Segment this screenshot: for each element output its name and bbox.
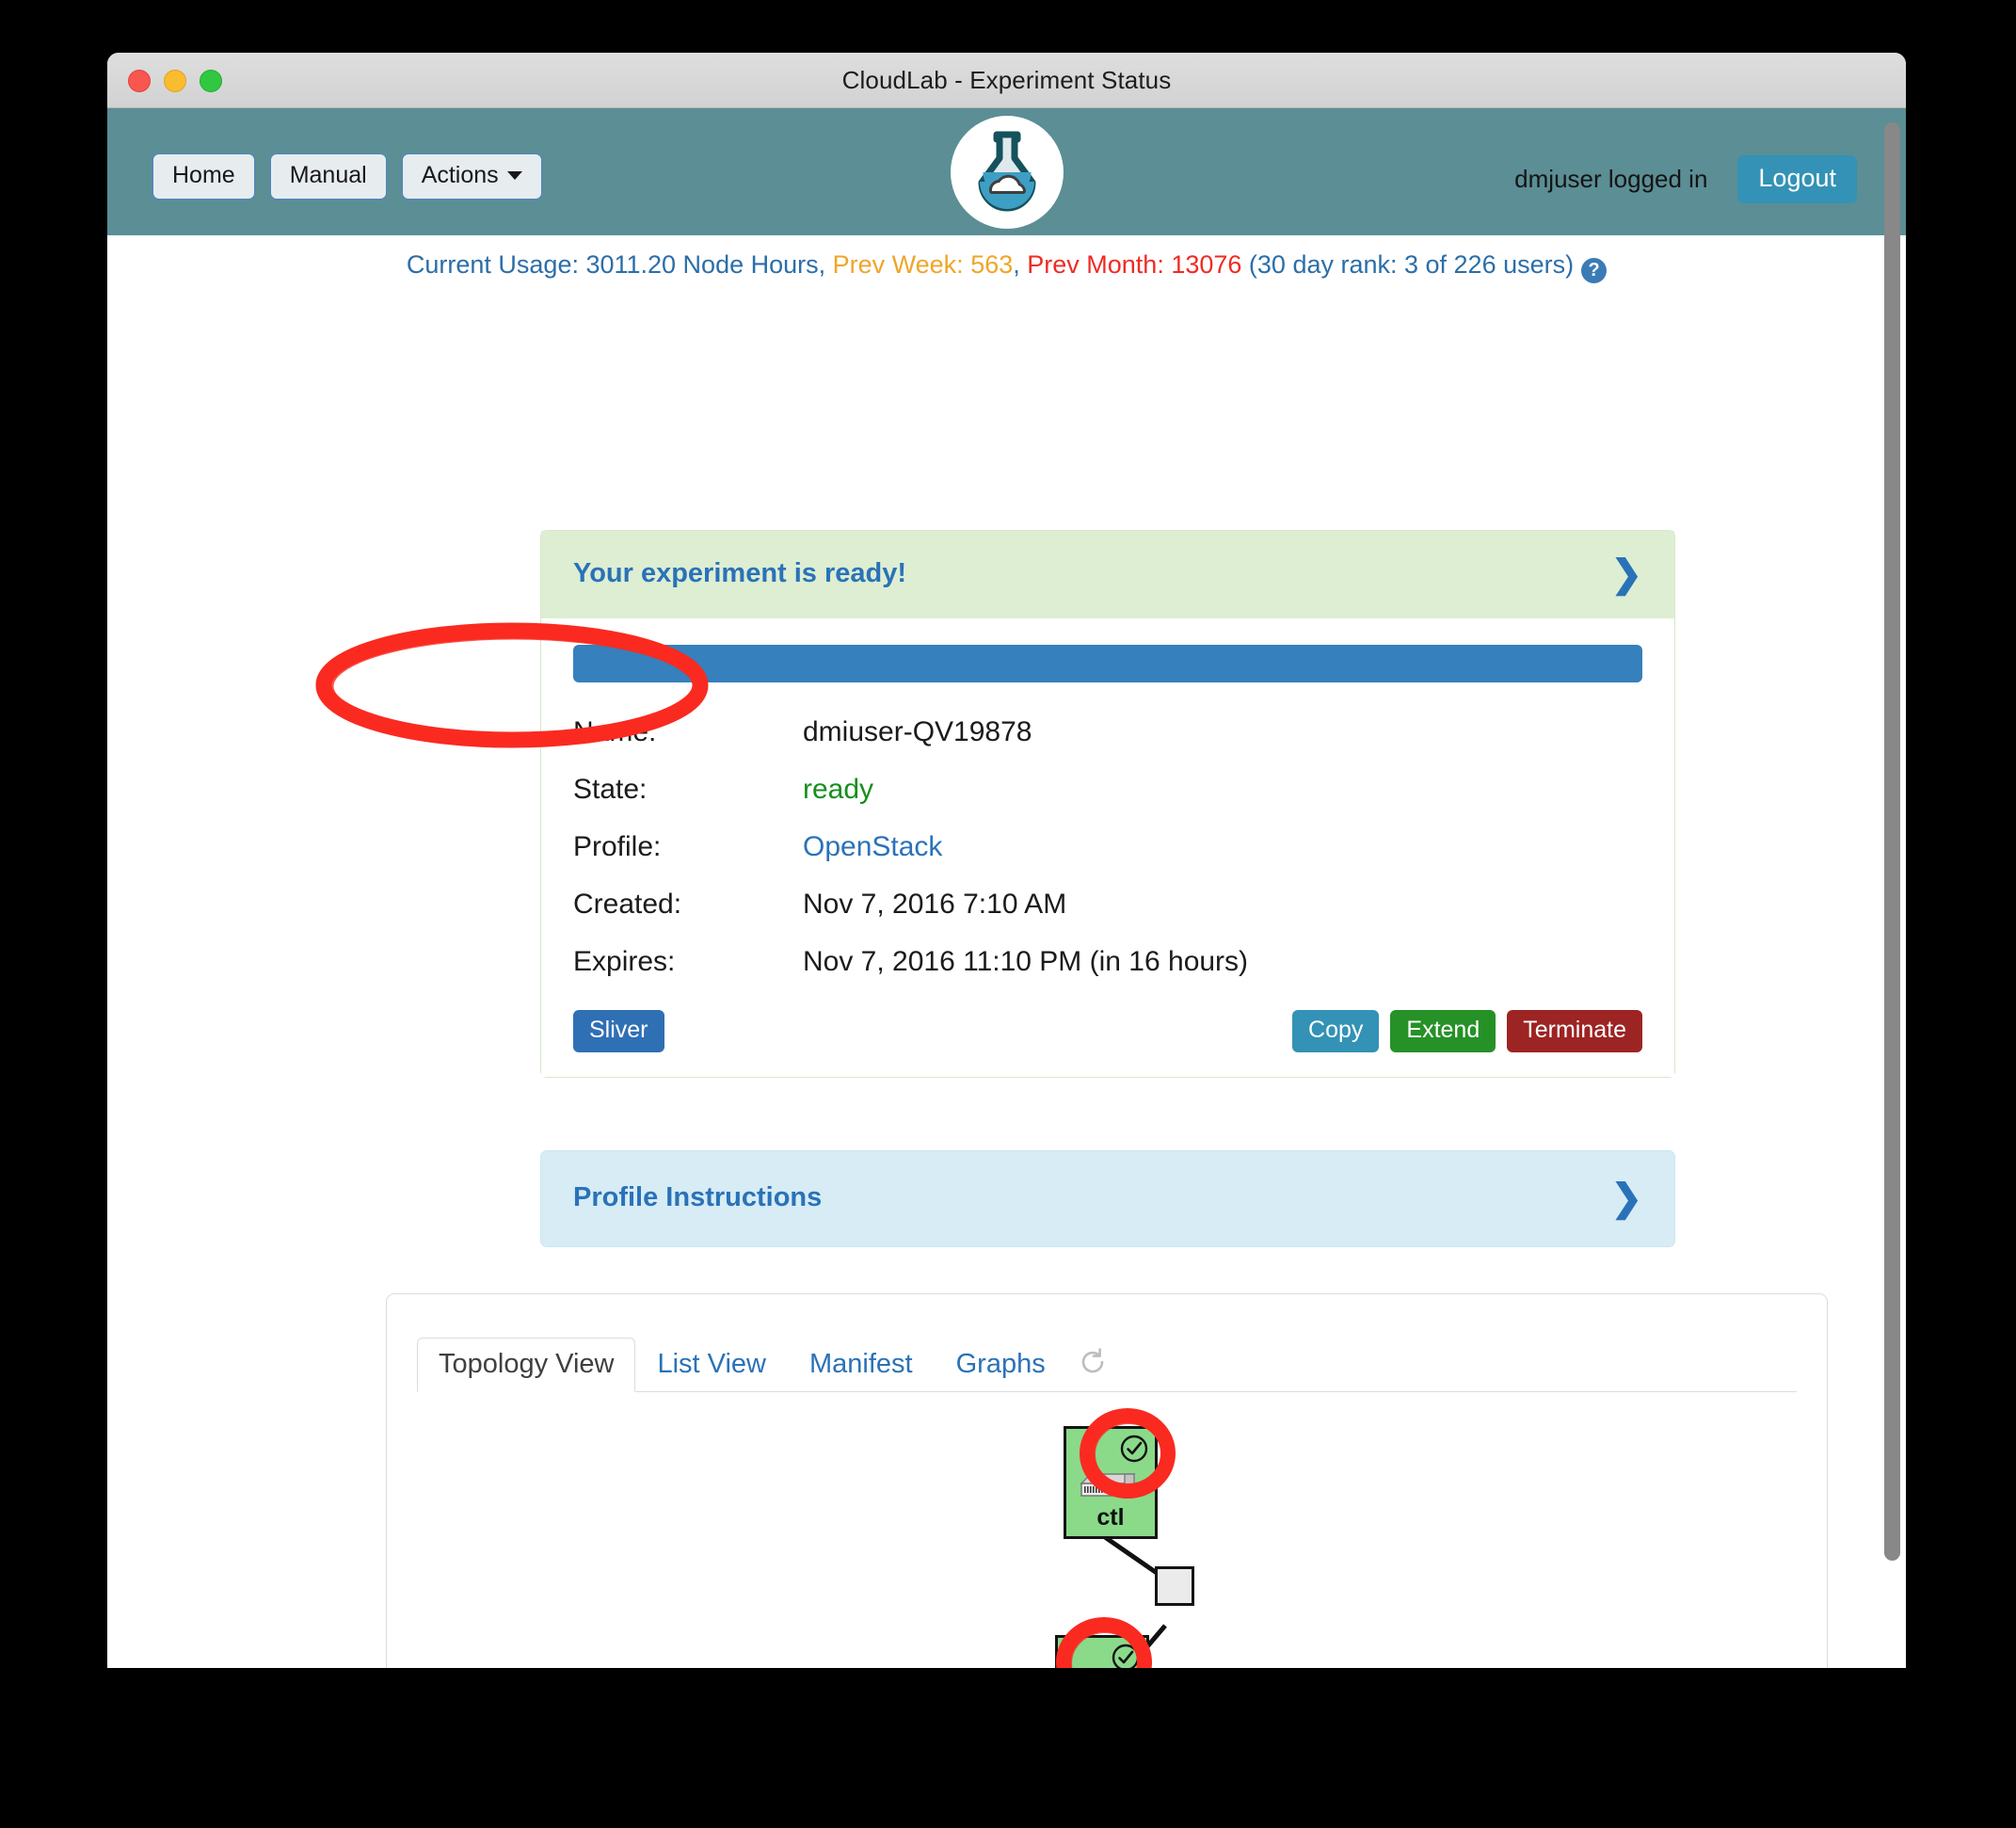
refresh-icon[interactable]: [1077, 1346, 1109, 1378]
detail-label-profile: Profile:: [573, 831, 662, 862]
detail-row-created: Created: Nov 7, 2016 7:10 AM: [573, 889, 1642, 921]
server-icon: [1078, 1470, 1138, 1507]
window-titlebar: CloudLab - Experiment Status: [107, 53, 1906, 108]
node-ready-check-icon: [1111, 1643, 1141, 1668]
experiment-status-panel: Your experiment is ready! ❯ Name: dmiuse…: [540, 530, 1675, 1078]
topology-node-ctl-label: ctl: [1096, 1504, 1125, 1531]
nav-button-actions-label: Actions: [421, 162, 499, 188]
chevron-right-icon[interactable]: ❯: [1610, 555, 1642, 593]
detail-row-state: State: ready: [573, 774, 1642, 806]
screenshot-root: CloudLab - Experiment Status Home Manual…: [0, 0, 2016, 1828]
refresh-icon-svg: [1081, 1348, 1104, 1373]
user-status-label: dmjuser logged in: [1514, 165, 1708, 193]
check-circle-icon-svg: [1120, 1435, 1148, 1463]
chevron-right-icon[interactable]: ❯: [1610, 1179, 1642, 1217]
usage-current-label: Current Usage: 3011.20 Node Hours,: [406, 250, 833, 279]
topology-node-cp-1[interactable]: cp-1: [1055, 1635, 1149, 1668]
detail-value-created: Nov 7, 2016 7:10 AM: [803, 889, 1067, 920]
close-button[interactable]: [128, 70, 151, 92]
cloudlab-flask-logo[interactable]: [949, 114, 1065, 235]
detail-label-created: Created:: [573, 889, 682, 920]
extend-button[interactable]: Extend: [1390, 1010, 1496, 1052]
nav-button-home-label: Home: [172, 162, 235, 188]
tab-topology-view[interactable]: Topology View: [417, 1338, 636, 1392]
app-header: Home Manual Actions dmjuser logged in Lo…: [107, 108, 1906, 235]
detail-value-name: dmiuser-QV19878: [803, 716, 1032, 747]
detail-label-expires: Expires:: [573, 946, 676, 977]
detail-label-name: Name:: [573, 716, 657, 747]
browser-window: CloudLab - Experiment Status Home Manual…: [107, 53, 1906, 1668]
detail-label-state: State:: [573, 774, 648, 805]
tab-graphs[interactable]: Graphs: [935, 1338, 1067, 1392]
node-ready-check-icon: [1119, 1434, 1149, 1468]
copy-button[interactable]: Copy: [1292, 1010, 1380, 1052]
nav-button-home[interactable]: Home: [152, 153, 255, 200]
experiment-progress-bar: [573, 645, 1642, 682]
detail-row-profile: Profile: OpenStack: [573, 831, 1642, 863]
scrollbar-thumb[interactable]: [1884, 122, 1900, 1561]
view-tabbar: Topology View List View Manifest Graphs: [417, 1332, 1797, 1392]
detail-value-profile-link[interactable]: OpenStack: [803, 831, 1642, 863]
chevron-down-icon: [506, 171, 522, 180]
terminate-button[interactable]: Terminate: [1507, 1010, 1642, 1052]
usage-comma: ,: [1013, 250, 1028, 279]
experiment-ready-banner[interactable]: Your experiment is ready! ❯: [541, 531, 1674, 618]
experiment-action-group: Copy Extend Terminate: [1292, 1010, 1642, 1052]
topology-node-ctl[interactable]: ctl: [1064, 1426, 1158, 1539]
page-content: Current Usage: 3011.20 Node Hours, Prev …: [107, 235, 1906, 1668]
nav-button-manual-label: Manual: [289, 162, 367, 188]
flask-logo-svg: [950, 116, 1064, 229]
detail-row-expires: Expires: Nov 7, 2016 11:10 PM (in 16 hou…: [573, 946, 1642, 978]
zoom-button[interactable]: [200, 70, 222, 92]
experiment-details: Name: dmiuser-QV19878 State: ready Profi…: [541, 618, 1674, 1077]
detail-value-state: ready: [803, 774, 874, 805]
tab-manifest[interactable]: Manifest: [788, 1338, 935, 1392]
vertical-scrollbar[interactable]: [1884, 109, 1900, 1653]
usage-prev-week-label: Prev Week: 563: [832, 250, 1014, 279]
profile-instructions-title: Profile Instructions: [573, 1182, 823, 1212]
server-icon-svg: [1080, 1473, 1136, 1497]
detail-row-name: Name: dmiuser-QV19878: [573, 716, 1642, 748]
experiment-action-bar: Sliver Copy Extend Terminate: [573, 1010, 1642, 1052]
help-icon[interactable]: ?: [1581, 258, 1608, 283]
usage-prev-month-label: Prev Month: 13076: [1027, 250, 1242, 279]
profile-instructions-panel[interactable]: Profile Instructions ❯: [540, 1150, 1675, 1247]
minimize-button[interactable]: [164, 70, 186, 92]
window-title: CloudLab - Experiment Status: [841, 65, 1172, 94]
user-area: dmjuser logged in Logout: [1514, 155, 1857, 203]
nav-button-actions[interactable]: Actions: [401, 153, 542, 200]
usage-summary-bar: Current Usage: 3011.20 Node Hours, Prev …: [107, 235, 1906, 283]
window-traffic-lights: [128, 70, 222, 92]
logout-button[interactable]: Logout: [1737, 155, 1857, 203]
usage-rank-label: (30 day rank: 3 of 226 users): [1241, 250, 1575, 279]
nav-button-group: Home Manual Actions: [152, 153, 542, 200]
topology-lan-node[interactable]: [1155, 1566, 1194, 1606]
sliver-button[interactable]: Sliver: [573, 1010, 664, 1052]
experiment-ready-title: Your experiment is ready!: [573, 558, 907, 588]
nav-button-manual[interactable]: Manual: [269, 153, 387, 200]
detail-value-expires: Nov 7, 2016 11:10 PM (in 16 hours): [803, 946, 1249, 977]
check-circle-icon-svg: [1112, 1644, 1140, 1668]
tab-list-view[interactable]: List View: [635, 1338, 788, 1392]
